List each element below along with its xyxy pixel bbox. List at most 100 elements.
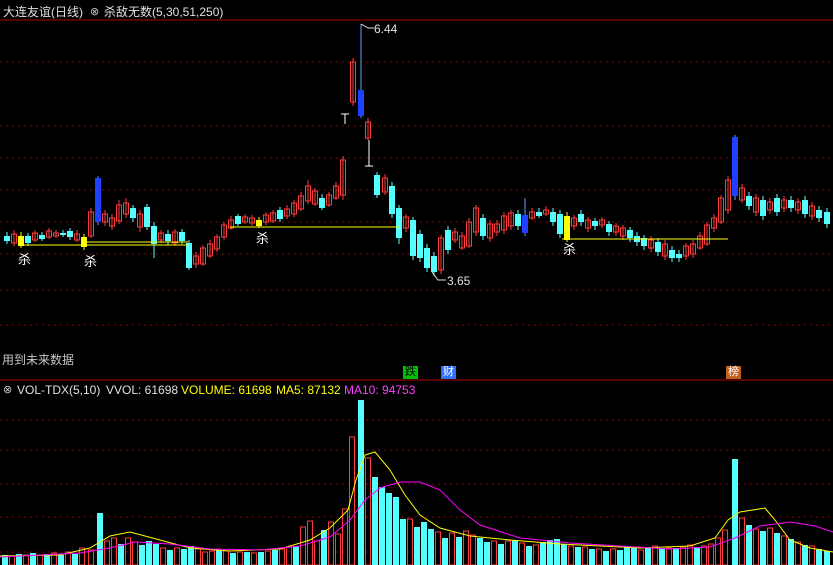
volume-bar (781, 535, 787, 565)
volume-bar (561, 544, 567, 565)
volume-bar (146, 541, 152, 565)
candle-body (319, 198, 325, 208)
volume-bar (722, 529, 728, 565)
volume-bar (72, 554, 78, 565)
volume-bar (118, 544, 124, 565)
candle-body (592, 221, 598, 226)
candle-body (151, 226, 157, 244)
volume-bar (652, 545, 658, 565)
candle-body (39, 235, 45, 239)
volume-bar (223, 550, 229, 565)
candle-body (256, 220, 262, 226)
indicator-title[interactable]: 杀敌无数(5,30,51,250) (104, 5, 223, 19)
volume-bar (824, 551, 830, 565)
volume-bar (321, 530, 327, 565)
event-tag-fall[interactable]: 跌 (403, 366, 418, 379)
volume-bar (659, 548, 665, 565)
candle-body (788, 200, 794, 208)
candle-body (235, 216, 241, 224)
volume-bar (428, 529, 434, 565)
volume-bar (610, 548, 616, 565)
volume-bar (449, 532, 455, 565)
volume-bar (244, 552, 250, 565)
candle-body (522, 215, 528, 233)
volume-bar (251, 552, 257, 565)
vol-dropdown-icon[interactable]: ⊗ (3, 383, 12, 397)
candle-body (410, 220, 416, 256)
candle-body (165, 234, 171, 241)
volume-bar (442, 538, 448, 565)
volume-bar (188, 546, 194, 565)
high-marker-line (360, 23, 374, 29)
volume-bar (624, 546, 630, 565)
vol-vvol-value: VVOL: 61698 (106, 383, 179, 397)
volume-bar (265, 550, 271, 565)
event-tag-finance[interactable]: 财 (441, 366, 456, 379)
volume-bar (596, 548, 602, 565)
volume-bar (715, 537, 721, 565)
volume-bar (533, 544, 539, 565)
volume-bar (37, 554, 43, 565)
volume-bar (216, 550, 222, 565)
volume-bar (237, 551, 243, 565)
candle-body (67, 231, 73, 237)
volume-bar (589, 549, 595, 565)
volume-bar (386, 493, 392, 565)
volume-bar (456, 537, 462, 565)
candle-body (186, 243, 192, 268)
t-marker (365, 140, 373, 167)
volume-bar (335, 533, 341, 565)
volume-bar (816, 549, 822, 565)
candle-body (816, 210, 822, 218)
candle-body (627, 230, 633, 238)
volume-bar (554, 539, 560, 565)
volume-bar (795, 541, 801, 565)
candle-body (746, 196, 752, 206)
volume-bar (365, 457, 371, 565)
sell-signal-label: 杀 (563, 243, 576, 258)
stock-chart-window: 杀杀杀杀 大连友谊(日线) ⊗ 杀敌无数(5,30,51,250) 用到未来数据… (0, 0, 833, 565)
candle-body (676, 254, 682, 258)
vol-indicator-name[interactable]: VOL-TDX(5,10) (17, 383, 100, 397)
volume-bar (272, 550, 278, 565)
volume-bar (484, 542, 490, 565)
event-tag-ranking[interactable]: 榜 (726, 366, 741, 379)
candle-body (424, 248, 430, 268)
stock-title: 大连友谊(日线) (3, 5, 83, 19)
volume-bar (631, 548, 637, 565)
candle-body (655, 242, 661, 252)
volume-bar (132, 541, 138, 565)
volume-bar (802, 545, 808, 565)
volume-bar (512, 540, 518, 565)
t-marker (341, 113, 349, 124)
volume-bar (414, 527, 420, 565)
volume-bar (58, 555, 64, 565)
kline-chart-canvas[interactable]: 杀杀杀杀 (0, 0, 833, 565)
volume-bar (421, 522, 427, 565)
candle-body (445, 230, 451, 250)
indicator-dropdown-icon[interactable]: ⊗ (90, 5, 99, 19)
candle-body (95, 178, 101, 222)
candle-body (515, 214, 521, 226)
vol-ma5-value: MA5: 87132 (276, 383, 341, 397)
volume-bar (760, 531, 766, 565)
candle-body (389, 186, 395, 214)
volume-bar (739, 517, 745, 565)
future-data-note: 用到未来数据 (2, 353, 75, 367)
candle-body (358, 90, 364, 116)
volume-bar (774, 533, 780, 565)
candle-body (374, 175, 380, 195)
volume-bar (258, 552, 264, 565)
candle-body (4, 236, 10, 241)
volume-bar (202, 551, 208, 565)
candle-body (25, 236, 31, 243)
volume-bar (393, 497, 399, 565)
candle-body (277, 210, 283, 219)
candle-body (578, 214, 584, 222)
candle-body (557, 214, 563, 234)
volume-bar (181, 549, 187, 565)
volume-bar (673, 548, 679, 565)
candle-body (396, 208, 402, 238)
sell-signal-label: 杀 (256, 232, 269, 247)
volume-bar (153, 544, 159, 565)
